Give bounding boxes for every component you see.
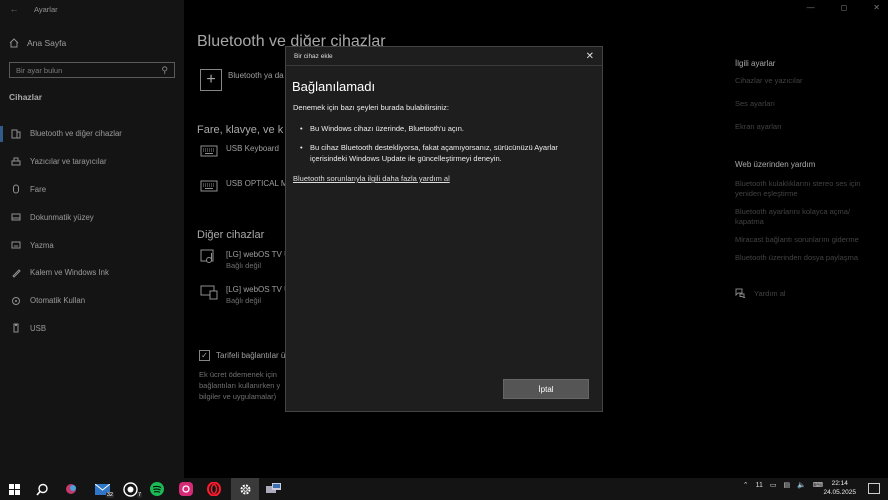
volume-icon[interactable]: 🔈: [797, 481, 806, 489]
dialog-tips: Bu Windows cihazı üzerinde, Bluetooth'u …: [300, 123, 580, 172]
clock-time: 22:14: [831, 480, 848, 487]
network-icon[interactable]: ▤: [784, 481, 791, 489]
mail-icon[interactable]: 32: [93, 480, 114, 498]
taskbar: 32 7 ⌃ 11 ▭ ▤ 🔈 ⌨ 22:14 24.05.2025: [0, 478, 888, 500]
close-icon[interactable]: ✕: [586, 51, 594, 62]
dialog-window-title: Bir cihaz ekle: [294, 52, 333, 60]
battery-icon[interactable]: ▭: [770, 481, 777, 489]
clock-date: 24.05.2025: [823, 489, 856, 496]
settings-gear-icon[interactable]: [236, 480, 254, 498]
dialog-intro: Denemek için bazı şeyleri burada bulabil…: [293, 103, 449, 112]
clock[interactable]: 22:14 24.05.2025: [823, 479, 856, 497]
cancel-button[interactable]: İptal: [503, 379, 589, 399]
more-help-link[interactable]: Bluetooth sorunlarıyla ilgili daha fazla…: [293, 174, 450, 183]
whatsapp-icon[interactable]: 7: [121, 480, 142, 498]
list-item: Bu Windows cihazı üzerinde, Bluetooth'u …: [300, 123, 580, 134]
dialog-title-bar: Bir cihaz ekle ✕: [286, 47, 602, 66]
dialog-heading: Bağlanılamadı: [292, 79, 376, 94]
tray-count[interactable]: 11: [756, 482, 763, 489]
device-manager-icon[interactable]: [264, 480, 282, 498]
whatsapp-badge: 7: [136, 492, 142, 498]
windows-start-icon[interactable]: [5, 480, 23, 498]
notification-icon[interactable]: [868, 483, 880, 494]
mail-badge: 32: [105, 492, 114, 498]
opera-icon[interactable]: [205, 480, 223, 498]
spotify-icon[interactable]: [148, 480, 166, 498]
chevron-up-icon[interactable]: ⌃: [743, 481, 749, 489]
keyboard-layout-icon[interactable]: ⌨: [813, 481, 823, 489]
list-item: Bu cihaz Bluetooth destekliyorsa, fakat …: [300, 142, 580, 164]
add-device-dialog: Bir cihaz ekle ✕ Bağlanılamadı Denemek i…: [285, 46, 603, 412]
instagram-icon[interactable]: [177, 480, 195, 498]
cloud-app-icon[interactable]: [62, 480, 80, 498]
search-icon[interactable]: [33, 480, 51, 498]
